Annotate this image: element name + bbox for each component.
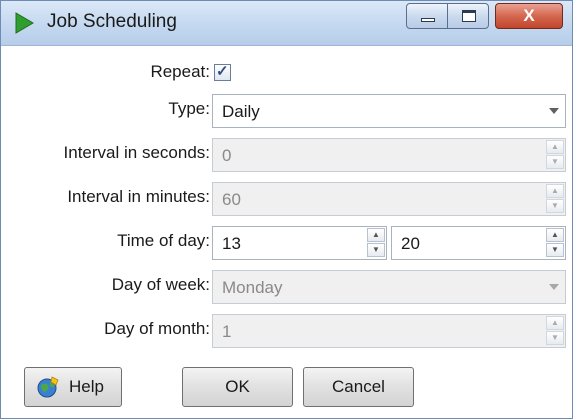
- cancel-button[interactable]: Cancel: [303, 367, 414, 407]
- spin-up-icon[interactable]: ▲: [546, 228, 564, 242]
- close-button[interactable]: X: [495, 3, 563, 29]
- time-minute-value: 20: [401, 234, 420, 253]
- interval-seconds-label: Interval in seconds:: [63, 143, 210, 162]
- day-of-month-spinner: ▲ ▼: [546, 316, 564, 346]
- interval-minutes-spinner: ▲ ▼: [546, 184, 564, 214]
- spin-up-icon[interactable]: ▲: [367, 228, 385, 242]
- day-of-month-label: Day of month:: [104, 319, 210, 338]
- close-icon: X: [523, 6, 535, 25]
- minimize-icon: [421, 18, 435, 22]
- help-button[interactable]: Help: [24, 367, 122, 407]
- day-of-week-select: Monday: [212, 270, 566, 304]
- interval-minutes-value: 60: [222, 190, 241, 209]
- ok-button[interactable]: OK: [182, 367, 293, 407]
- interval-minutes-field: 60 ▲ ▼: [212, 182, 566, 216]
- title-bar[interactable]: Job Scheduling X: [1, 1, 572, 46]
- time-of-day-label: Time of day:: [117, 231, 210, 250]
- job-scheduling-dialog: Job Scheduling X Repeat: ✓ Type: Daily I…: [0, 0, 573, 419]
- day-of-week-value: Monday: [222, 278, 283, 297]
- window-title: Job Scheduling: [47, 11, 177, 32]
- maximize-icon: [462, 10, 476, 22]
- interval-minutes-label: Interval in minutes:: [67, 187, 210, 206]
- maximize-button[interactable]: [447, 3, 489, 29]
- time-hour-value: 13: [222, 234, 241, 253]
- type-value: Daily: [222, 102, 260, 121]
- globe-help-icon: [37, 376, 59, 398]
- spin-down-icon: ▼: [546, 199, 564, 213]
- minimize-button[interactable]: [406, 3, 448, 29]
- help-button-label: Help: [69, 377, 104, 396]
- spin-down-icon[interactable]: ▼: [546, 243, 564, 257]
- time-hour-spinner[interactable]: ▲ ▼: [367, 228, 385, 258]
- day-of-month-value: 1: [222, 322, 232, 341]
- type-label: Type:: [168, 99, 210, 118]
- repeat-checkbox[interactable]: ✓: [214, 63, 231, 81]
- interval-seconds-field: 0 ▲ ▼: [212, 138, 566, 172]
- interval-seconds-value: 0: [222, 146, 232, 165]
- day-of-month-field: 1 ▲ ▼: [212, 314, 566, 348]
- repeat-label: Repeat:: [150, 62, 210, 81]
- chevron-down-icon: [549, 284, 559, 290]
- spin-down-icon: ▼: [546, 155, 564, 169]
- interval-seconds-spinner: ▲ ▼: [546, 140, 564, 170]
- spin-up-icon: ▲: [546, 140, 564, 154]
- play-triangle-icon: [15, 12, 34, 34]
- spin-up-icon: ▲: [546, 316, 564, 330]
- time-minute-field[interactable]: 20 ▲ ▼: [391, 226, 566, 260]
- chevron-down-icon[interactable]: [549, 108, 559, 114]
- type-select[interactable]: Daily: [212, 94, 566, 128]
- spin-down-icon[interactable]: ▼: [367, 243, 385, 257]
- time-minute-spinner[interactable]: ▲ ▼: [546, 228, 564, 258]
- day-of-week-label: Day of week:: [111, 275, 210, 294]
- time-hour-field[interactable]: 13 ▲ ▼: [212, 226, 387, 260]
- spin-down-icon: ▼: [546, 331, 564, 345]
- checkmark-icon: ✓: [216, 63, 229, 80]
- spin-up-icon: ▲: [546, 184, 564, 198]
